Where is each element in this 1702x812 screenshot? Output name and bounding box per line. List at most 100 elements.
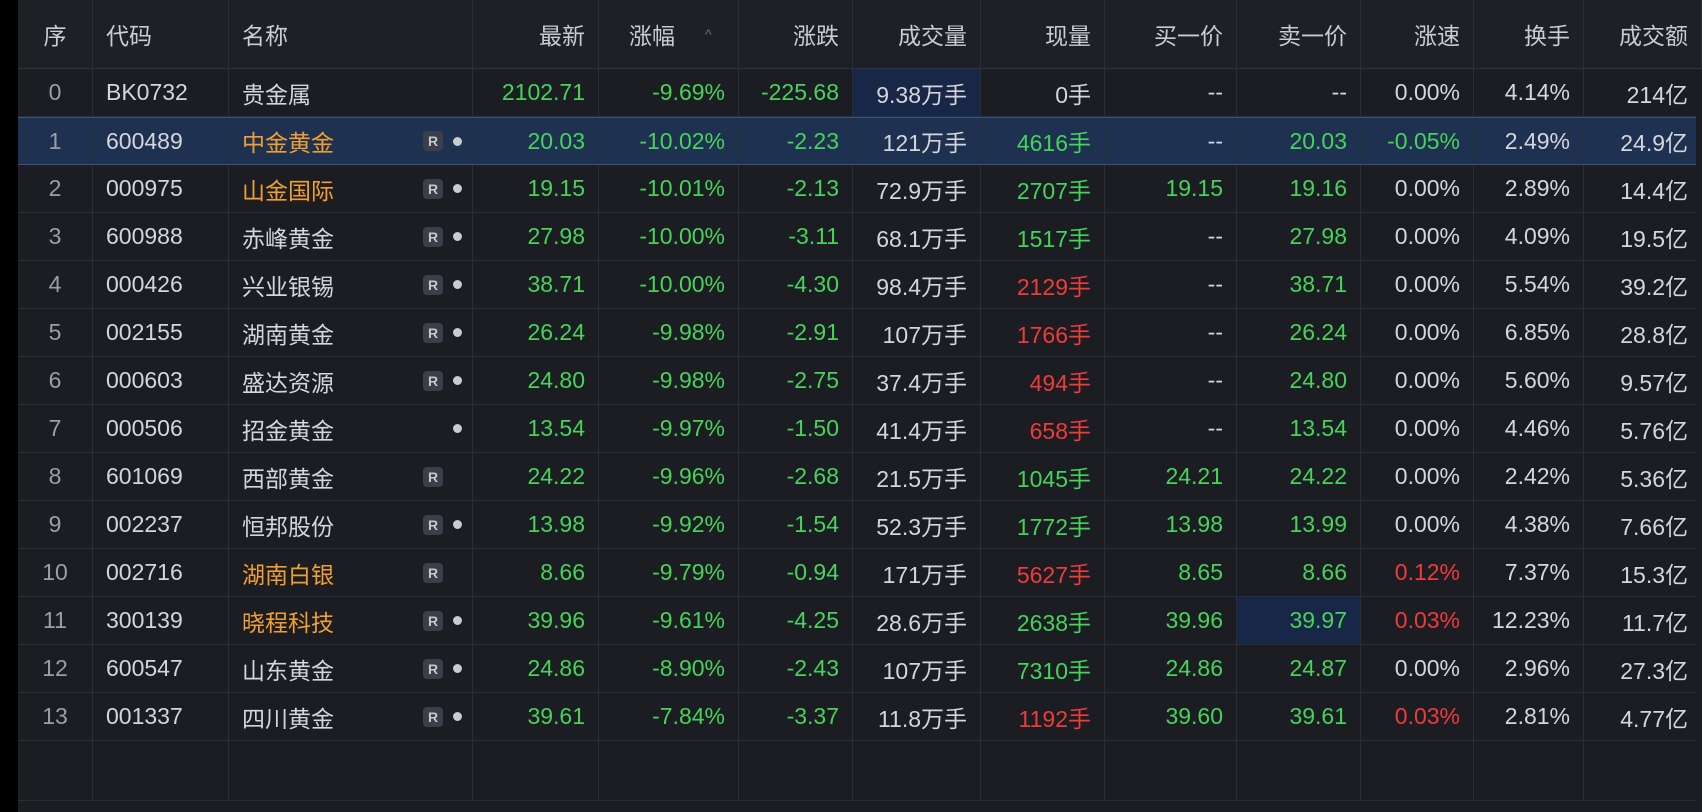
row-name: 山东黄金 — [242, 657, 334, 684]
row-tags: R — [423, 226, 462, 247]
row-volume: 107万手 — [853, 645, 981, 692]
empty-cell — [18, 741, 93, 800]
row-volume: 37.4万手 — [853, 357, 981, 404]
row-change-pct: -9.79% — [599, 549, 739, 596]
row-change-pct: -7.84% — [599, 693, 739, 740]
col-header-turn[interactable]: 换手 — [1474, 0, 1584, 68]
table-row[interactable]: 13 001337 四川黄金 R 39.61 -7.84% -3.37 11.8万手 1192手… — [18, 693, 1702, 741]
row-amount: 15.3亿 — [1584, 549, 1702, 596]
row-speed: 0.00% — [1361, 357, 1474, 404]
col-header-chg[interactable]: 涨跌 — [739, 0, 853, 68]
table-header: 序 代码 名称 最新 涨幅 ^ 涨跌 成交量 现量 买一价 卖一价 涨速 换手 … — [18, 0, 1702, 69]
col-header-seq[interactable]: 序 — [18, 0, 93, 68]
row-code: 002155 — [93, 309, 229, 356]
row-ask-price: 13.99 — [1237, 501, 1361, 548]
col-header-speed[interactable]: 涨速 — [1361, 0, 1474, 68]
table-row[interactable]: 7000506招金黄金R13.54-9.97%-1.5041.4万手658手--… — [18, 405, 1702, 453]
col-header-bid[interactable]: 买一价 — [1105, 0, 1237, 68]
status-dot-icon — [453, 136, 462, 146]
row-seq: 12 — [18, 645, 93, 692]
row-ask-price: 24.80 — [1237, 357, 1361, 404]
row-seq: 2 — [18, 165, 93, 212]
row-tags: R — [423, 178, 462, 199]
row-speed: 0.00% — [1361, 453, 1474, 500]
row-seq: 7 — [18, 405, 93, 452]
row-turnover-rate: 5.54% — [1474, 261, 1584, 308]
row-name: 赤峰黄金 — [242, 225, 334, 252]
table-row[interactable]: 6 000603 盛达资源 R 24.80 -9.98% -2.75 37.4万手 494手 --… — [18, 357, 1702, 405]
table-row[interactable]: 10 002716 湖南白银 R 8.66 -9.79% -0.94 171万手 5627手 8.… — [18, 549, 1702, 597]
row-amount: 19.5亿 — [1584, 213, 1702, 260]
table-row[interactable]: 8 601069 西部黄金 R 24.22 -9.96% -2.68 21.5万手 1045手 2… — [18, 453, 1702, 501]
col-header-pct[interactable]: 涨幅 ^ — [599, 0, 739, 68]
row-last-price: 19.15 — [473, 165, 599, 212]
table-row[interactable]: 2 000975 山金国际 R 19.15 -10.01% -2.13 72.9万手 2707手… — [18, 165, 1702, 213]
table-row[interactable]: 4 000426 兴业银锡 R 38.71 -10.00% -4.30 98.4万手 2129手… — [18, 261, 1702, 309]
col-header-last[interactable]: 最新 — [473, 0, 599, 68]
row-amount: 5.36亿 — [1584, 453, 1702, 500]
row-tags: R — [423, 562, 462, 583]
table-row[interactable]: 5 002155 湖南黄金 R 26.24 -9.98% -2.91 107万手 1766手 --… — [18, 309, 1702, 357]
row-change: -4.25 — [739, 597, 853, 644]
row-current-volume: 5627手 — [981, 549, 1105, 596]
row-volume: 98.4万手 — [853, 261, 981, 308]
row-last-price: 20.03 — [473, 118, 599, 164]
row-change: -2.43 — [739, 645, 853, 692]
row-amount: 14.4亿 — [1584, 165, 1702, 212]
col-header-now[interactable]: 现量 — [981, 0, 1105, 68]
table-row[interactable]: 1 600489 中金黄金 R 20.03 -10.02% -2.23 121万手 4616手 -… — [18, 117, 1702, 165]
row-amount: 28.8亿 — [1584, 309, 1702, 356]
row-code: 001337 — [93, 693, 229, 740]
row-code: 600489 — [93, 118, 229, 164]
row-speed: 0.00% — [1361, 69, 1474, 116]
row-bid-price: 19.15 — [1105, 165, 1237, 212]
row-last-price: 39.96 — [473, 597, 599, 644]
table-row[interactable]: 11 300139 晓程科技 R 39.96 -9.61% -4.25 28.6万手 2638手… — [18, 597, 1702, 645]
row-name: 晓程科技 — [242, 609, 334, 636]
row-volume: 41.4万手 — [853, 405, 981, 452]
row-seq: 4 — [18, 261, 93, 308]
row-tags: R — [423, 322, 462, 343]
col-header-vol[interactable]: 成交量 — [853, 0, 981, 68]
row-change-pct: -9.96% — [599, 453, 739, 500]
row-turnover-rate: 4.14% — [1474, 69, 1584, 116]
row-last-price: 2102.71 — [473, 69, 599, 116]
row-code: 300139 — [93, 597, 229, 644]
row-tags: R — [423, 466, 462, 487]
row-turnover-rate: 12.23% — [1474, 597, 1584, 644]
row-turnover-rate: 2.89% — [1474, 165, 1584, 212]
row-current-volume: 658手 — [981, 405, 1105, 452]
table-row[interactable]: 3 600988 赤峰黄金 R 27.98 -10.00% -3.11 68.1万手 1517手… — [18, 213, 1702, 261]
row-speed: 0.00% — [1361, 165, 1474, 212]
row-volume: 72.9万手 — [853, 165, 981, 212]
col-header-code[interactable]: 代码 — [93, 0, 229, 68]
row-ask-price: 19.16 — [1237, 165, 1361, 212]
row-bid-price: 39.60 — [1105, 693, 1237, 740]
row-name-cell: 晓程科技 R — [229, 597, 473, 644]
row-name-cell: 四川黄金 R — [229, 693, 473, 740]
row-current-volume: 2707手 — [981, 165, 1105, 212]
row-name-cell: 赤峰黄金 R — [229, 213, 473, 260]
row-change: -0.94 — [739, 549, 853, 596]
row-name: 招金黄金 — [242, 417, 334, 444]
row-current-volume: 0手 — [981, 69, 1105, 116]
row-speed: -0.05% — [1361, 118, 1474, 164]
col-header-name[interactable]: 名称 — [229, 0, 473, 68]
row-amount: 4.77亿 — [1584, 693, 1702, 740]
row-change-pct: -10.00% — [599, 261, 739, 308]
table-row[interactable]: 9 002237 恒邦股份 R 13.98 -9.92% -1.54 52.3万手 1772手 1… — [18, 501, 1702, 549]
row-change-pct: -10.01% — [599, 165, 739, 212]
row-change: -2.68 — [739, 453, 853, 500]
col-header-ask[interactable]: 卖一价 — [1237, 0, 1361, 68]
status-dot-icon — [453, 376, 462, 385]
row-current-volume: 1766手 — [981, 309, 1105, 356]
row-name-cell: 湖南白银 R — [229, 549, 473, 596]
row-seq: 13 — [18, 693, 93, 740]
table-row[interactable]: 12 600547 山东黄金 R 24.86 -8.90% -2.43 107万手 7310手 2… — [18, 645, 1702, 693]
row-turnover-rate: 5.60% — [1474, 357, 1584, 404]
col-header-amt[interactable]: 成交额 — [1584, 0, 1702, 68]
row-volume: 52.3万手 — [853, 501, 981, 548]
row-name-cell: 贵金属 — [229, 69, 473, 116]
row-current-volume: 7310手 — [981, 645, 1105, 692]
table-row[interactable]: 0 BK0732 贵金属 2102.71 -9.69% -225.68 9.38万手 0手 --… — [18, 69, 1702, 117]
